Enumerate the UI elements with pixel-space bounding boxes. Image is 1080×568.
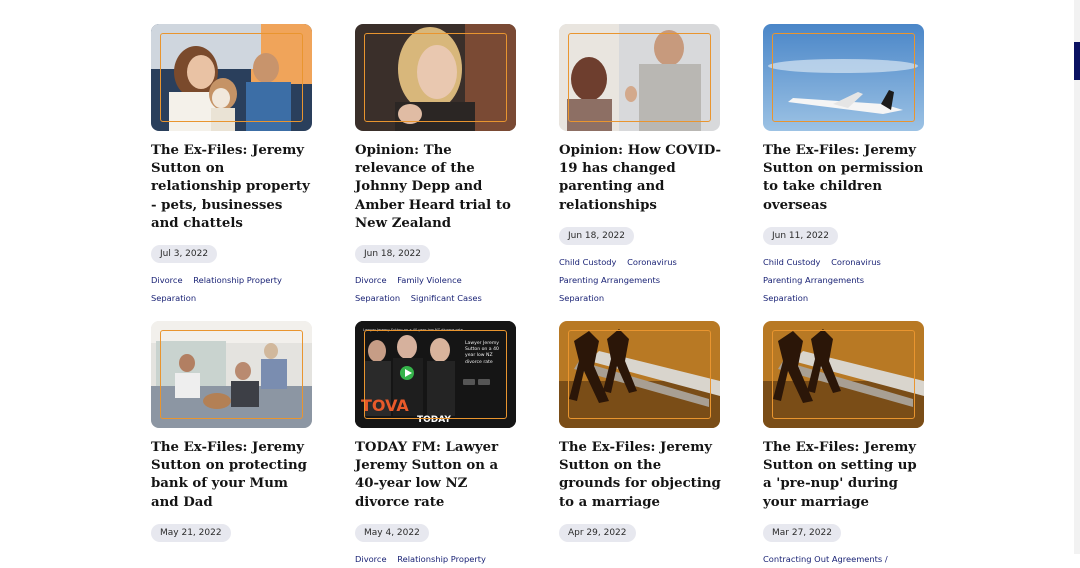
article-date-badge: Jun 18, 2022: [355, 245, 431, 264]
tag-link[interactable]: Divorce: [151, 275, 183, 285]
tag-link[interactable]: Family Violence: [397, 275, 462, 285]
article-tags: Divorce Family Violence Separation Signi…: [355, 271, 517, 307]
tag-link[interactable]: Parenting Arrangements: [763, 275, 864, 285]
article-date-badge: Jul 3, 2022: [151, 245, 218, 264]
article-tags: Child Custody Coronavirus Parenting Arra…: [559, 253, 721, 307]
tag-link[interactable]: Separation: [763, 293, 808, 303]
article-title[interactable]: Opinion: How COVID-19 has changed parent…: [559, 142, 721, 215]
thumbnail-frame: [160, 330, 303, 419]
article-card[interactable]: The Ex-Files: Jeremy Sutton on the groun…: [559, 321, 721, 542]
article-date-badge: May 21, 2022: [151, 523, 231, 542]
page-scrollbar[interactable]: [1074, 0, 1080, 554]
tag-link[interactable]: Separation: [355, 293, 400, 303]
article-title[interactable]: The Ex-Files: Jeremy Sutton on protectin…: [151, 439, 313, 512]
tag-link[interactable]: Divorce: [355, 554, 387, 564]
article-thumbnail[interactable]: Lawyer Jeremy Sutton on a 40 year low NZ…: [355, 321, 516, 428]
article-tags: Child Custody Coronavirus Parenting Arra…: [763, 253, 925, 307]
tag-link[interactable]: Child Custody: [763, 257, 820, 267]
article-title[interactable]: Opinion: The relevance of the Johnny Dep…: [355, 142, 517, 233]
tag-link[interactable]: Coronavirus: [831, 257, 881, 267]
article-card[interactable]: The Ex-Files: Jeremy Sutton on permissio…: [763, 24, 925, 307]
article-card[interactable]: The Ex-Files: Jeremy Sutton on setting u…: [763, 321, 925, 568]
tag-link[interactable]: Separation: [151, 293, 196, 303]
article-tags: Divorce Relationship Property Separation: [151, 271, 313, 307]
thumbnail-frame: [772, 33, 915, 122]
tag-link[interactable]: Relationship Property: [193, 275, 282, 285]
article-card[interactable]: Opinion: How COVID-19 has changed parent…: [559, 24, 721, 307]
article-thumbnail[interactable]: [763, 24, 924, 131]
article-tags: Divorce Relationship Property: [355, 550, 517, 568]
scrollbar-thumb[interactable]: [1074, 42, 1080, 80]
article-card[interactable]: Lawyer Jeremy Sutton on a 40 year low NZ…: [355, 321, 517, 568]
tag-link[interactable]: Significant Cases: [411, 293, 482, 303]
article-title[interactable]: The Ex-Files: Jeremy Sutton on relations…: [151, 142, 313, 233]
article-title[interactable]: TODAY FM: Lawyer Jeremy Sutton on a 40-y…: [355, 439, 517, 512]
article-date-badge: Apr 29, 2022: [559, 523, 636, 542]
tag-link[interactable]: Divorce: [355, 275, 387, 285]
tag-link[interactable]: Parenting Arrangements: [559, 275, 660, 285]
thumbnail-frame: [160, 33, 303, 122]
thumbnail-frame: [568, 33, 711, 122]
article-thumbnail[interactable]: [355, 24, 516, 131]
thumbnail-frame: [364, 330, 507, 419]
article-date-badge: Jun 18, 2022: [559, 226, 635, 245]
article-tags: Contracting Out Agreements /: [763, 550, 925, 568]
thumbnail-frame: [772, 330, 915, 419]
article-title[interactable]: The Ex-Files: Jeremy Sutton on the groun…: [559, 439, 721, 512]
article-card[interactable]: The Ex-Files: Jeremy Sutton on protectin…: [151, 321, 313, 542]
article-date-badge: Mar 27, 2022: [763, 523, 841, 542]
article-date-badge: May 4, 2022: [355, 523, 429, 542]
tag-link[interactable]: Relationship Property: [397, 554, 486, 564]
tag-link[interactable]: Child Custody: [559, 257, 616, 267]
article-card[interactable]: Opinion: The relevance of the Johnny Dep…: [355, 24, 517, 307]
article-thumbnail[interactable]: [559, 321, 720, 428]
article-date-badge: Jun 11, 2022: [763, 226, 839, 245]
tag-link[interactable]: Separation: [559, 293, 604, 303]
article-card[interactable]: The Ex-Files: Jeremy Sutton on relations…: [151, 24, 313, 307]
article-thumbnail[interactable]: [151, 24, 312, 131]
article-title[interactable]: The Ex-Files: Jeremy Sutton on permissio…: [763, 142, 925, 215]
tag-link[interactable]: Contracting Out Agreements /: [763, 554, 888, 564]
thumbnail-frame: [364, 33, 507, 122]
tag-link[interactable]: Coronavirus: [627, 257, 677, 267]
article-thumbnail[interactable]: [151, 321, 312, 428]
article-thumbnail[interactable]: [559, 24, 720, 131]
article-thumbnail[interactable]: [763, 321, 924, 428]
article-title[interactable]: The Ex-Files: Jeremy Sutton on setting u…: [763, 439, 925, 512]
thumbnail-frame: [568, 330, 711, 419]
